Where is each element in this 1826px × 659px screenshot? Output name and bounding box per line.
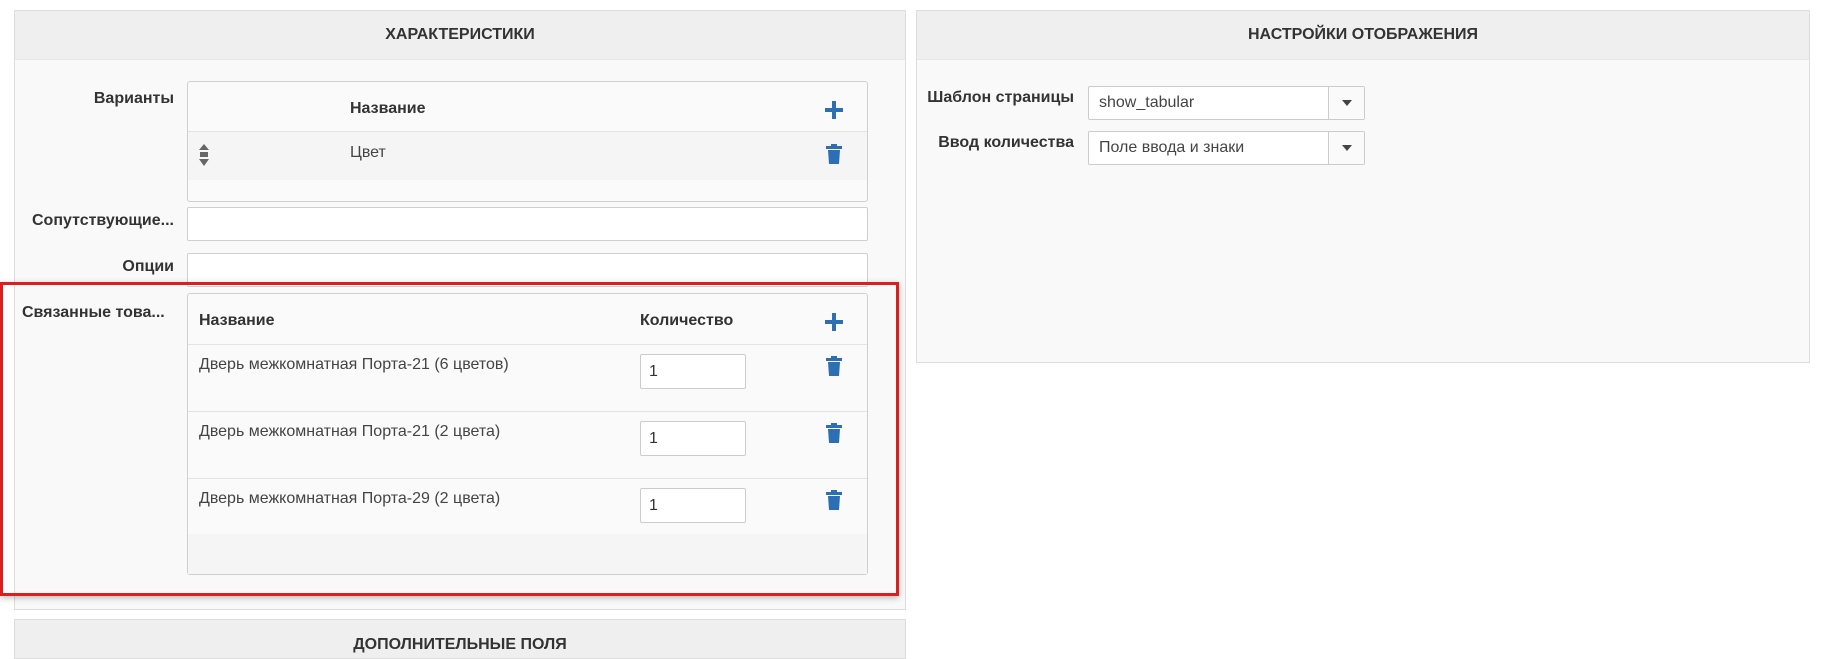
- options-label: Опции: [122, 258, 174, 275]
- page-template-select[interactable]: show_tabular: [1088, 86, 1365, 120]
- variant-name: Цвет: [350, 144, 386, 161]
- companions-field[interactable]: [187, 207, 868, 241]
- highlight-frame: [0, 282, 899, 596]
- qty-input-select[interactable]: Поле ввода и знаки: [1088, 131, 1365, 165]
- page-template-value: show_tabular: [1099, 94, 1195, 111]
- additional-fields-panel: ДОПОЛНИТЕЛЬНЫЕ ПОЛЯ: [14, 619, 906, 659]
- additional-fields-panel-title: ДОПОЛНИТЕЛЬНЫЕ ПОЛЯ: [15, 620, 905, 658]
- companions-label: Сопутствующие...: [31, 212, 174, 229]
- add-variant-button[interactable]: [823, 99, 845, 121]
- variants-header-name: Название: [350, 100, 426, 117]
- drag-sort-icon[interactable]: [198, 144, 210, 166]
- variants-table: Название Цвет: [187, 81, 868, 202]
- characteristics-panel-title: ХАРАКТЕРИСТИКИ: [15, 11, 905, 60]
- page-template-label: Шаблон страницы: [927, 89, 1074, 106]
- variants-label: Варианты: [93, 90, 174, 107]
- qty-input-label: Ввод количества: [938, 134, 1074, 151]
- caret-down-icon[interactable]: [1328, 132, 1364, 164]
- delete-variant-button[interactable]: [825, 144, 843, 164]
- caret-down-icon[interactable]: [1328, 87, 1364, 119]
- display-settings-panel: НАСТРОЙКИ ОТОБРАЖЕНИЯ: [916, 10, 1810, 363]
- display-settings-panel-title: НАСТРОЙКИ ОТОБРАЖЕНИЯ: [917, 11, 1809, 60]
- qty-input-value: Поле ввода и знаки: [1099, 139, 1245, 156]
